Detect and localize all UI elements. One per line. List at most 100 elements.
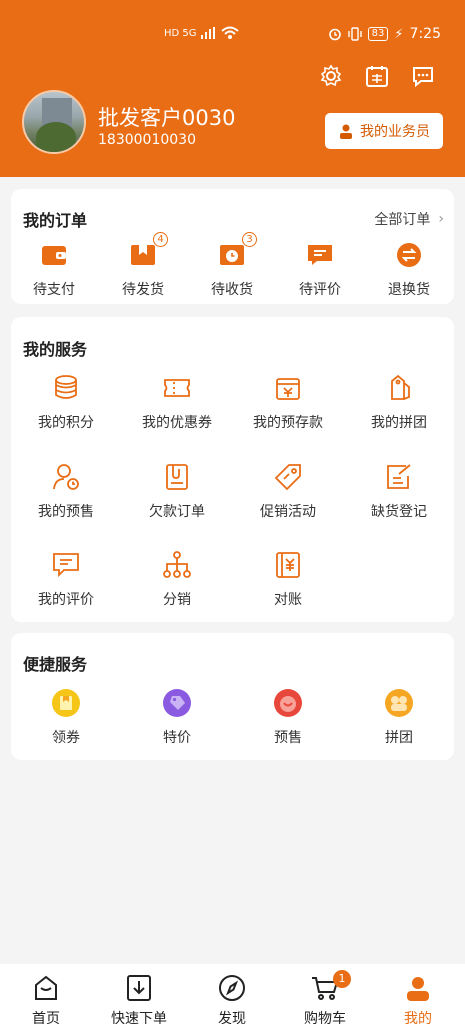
tab-label: 发现 [218,1011,246,1024]
debt-order-icon [162,462,192,492]
service-label: 我的评价 [38,592,94,608]
review-icon [51,550,81,580]
group-buy-icon [384,688,414,718]
coupon-icon [162,373,192,403]
delivery-icon: 3 [217,232,257,270]
header-actions [319,64,435,88]
signal-icon [200,27,215,39]
special-price-icon [162,688,192,718]
tab-home[interactable]: 首页 [1,974,91,1024]
tab-label: 快速下单 [111,1011,167,1024]
quick-presale[interactable]: 预售 [238,688,338,747]
tab-label: 我的 [404,1011,432,1024]
service-distribution[interactable]: 分销 [127,550,227,609]
group-tag-icon [384,373,414,403]
order-badge: 4 [153,232,168,247]
my-agent-button[interactable]: 我的业务员 [325,113,443,149]
orders-card: 我的订单 全部订单 › 待支付 4 待发货 3 待收货 待评价 退换货 [11,189,454,304]
package-icon: 4 [128,232,168,270]
status-bar: HD 5G 83 ⚡ 7:25 [0,0,465,68]
service-label: 分销 [163,592,191,608]
tab-label: 首页 [32,1011,60,1024]
wifi-icon [220,26,239,39]
vibrate-icon [347,27,362,41]
tab-label: 购物车 [304,1011,346,1024]
all-orders-label: 全部订单 [374,212,431,228]
service-label: 我的预存款 [253,415,323,431]
network-label: HD 5G [164,27,197,39]
services-card: 我的服务 我的积分 我的优惠券 我的预存款 我的拼团 我的预售 欠款订单 促销活… [11,317,454,622]
bottom-tab-bar: 首页 快速下单 发现 1 购物车 我的 [0,964,465,1024]
quick-special-price[interactable]: 特价 [127,688,227,747]
service-coupons[interactable]: 我的优惠券 [127,373,227,432]
order-pending-payment[interactable]: 待支付 [4,240,104,299]
services-title: 我的服务 [23,340,88,359]
settings-icon[interactable] [319,64,343,88]
order-pending-shipment[interactable]: 4 待发货 [93,232,193,299]
service-promotions[interactable]: 促销活动 [238,462,338,521]
cart-badge: 1 [333,970,351,988]
order-label: 待评价 [299,282,341,298]
quick-get-coupon[interactable]: 领券 [16,688,116,747]
home-icon [32,974,60,1002]
service-label: 我的积分 [38,415,94,431]
username: 批发客户0030 [98,106,236,130]
quick-group-buy[interactable]: 拼团 [349,688,449,747]
order-return-exchange[interactable]: 退换货 [359,240,459,299]
promo-tag-icon [273,462,303,492]
sign-in-icon[interactable] [365,64,389,88]
quick-label: 预售 [274,730,302,746]
order-label: 待收货 [211,282,253,298]
service-presale[interactable]: 我的预售 [16,462,116,521]
service-label: 欠款订单 [149,504,205,520]
presale-icon [273,688,303,718]
service-statement[interactable]: 对账 [238,550,338,609]
battery-level: 83 [367,27,389,41]
message-icon[interactable] [411,64,435,88]
clock: 7:25 [409,26,441,42]
service-label: 促销活动 [260,504,316,520]
quick-services-card: 便捷服务 领券 特价 预售 拼团 [11,633,454,760]
service-group-buy[interactable]: 我的拼团 [349,373,449,432]
order-label: 待支付 [33,282,75,298]
quick-label: 领券 [52,730,80,746]
cart-icon: 1 [311,970,351,1002]
user-phone: 18300010030 [98,132,196,148]
service-label: 我的优惠券 [142,415,212,431]
service-debt-orders[interactable]: 欠款订单 [127,462,227,521]
order-label: 待发货 [122,282,164,298]
deposit-icon [273,373,303,403]
service-deposit[interactable]: 我的预存款 [238,373,338,432]
tab-profile[interactable]: 我的 [373,974,463,1024]
service-label: 对账 [274,592,302,608]
service-label: 我的预售 [38,504,94,520]
service-points[interactable]: 我的积分 [16,373,116,432]
profile-header: HD 5G 83 ⚡ 7:25 批发客户0030 18300010030 我的业… [0,0,465,177]
presale-user-icon [51,462,81,492]
device-status: 83 ⚡ 7:25 [328,26,441,42]
wallet-icon [39,240,69,270]
order-pending-review[interactable]: 待评价 [270,240,370,299]
compass-icon [218,974,246,1002]
tab-cart[interactable]: 1 购物车 [280,970,370,1024]
register-icon [384,462,414,492]
service-label: 缺货登记 [371,504,427,520]
comment-icon [305,240,335,270]
tab-quick-order[interactable]: 快速下单 [94,974,184,1024]
network-status: HD 5G [164,26,239,40]
all-orders-link[interactable]: 全部订单 › [374,209,444,229]
avatar[interactable] [22,90,86,154]
distribution-icon [162,550,192,580]
tab-discover[interactable]: 发现 [187,974,277,1024]
orders-title: 我的订单 [23,211,88,230]
service-my-reviews[interactable]: 我的评价 [16,550,116,609]
quick-services-title: 便捷服务 [23,655,88,674]
agent-icon [340,124,352,139]
chevron-right-icon: › [438,211,444,227]
exchange-icon [394,240,424,270]
quick-label: 拼团 [385,730,413,746]
service-stockout-register[interactable]: 缺货登记 [349,462,449,521]
order-pending-receipt[interactable]: 3 待收货 [182,232,282,299]
service-label: 我的拼团 [371,415,427,431]
order-label: 退换货 [388,282,430,298]
